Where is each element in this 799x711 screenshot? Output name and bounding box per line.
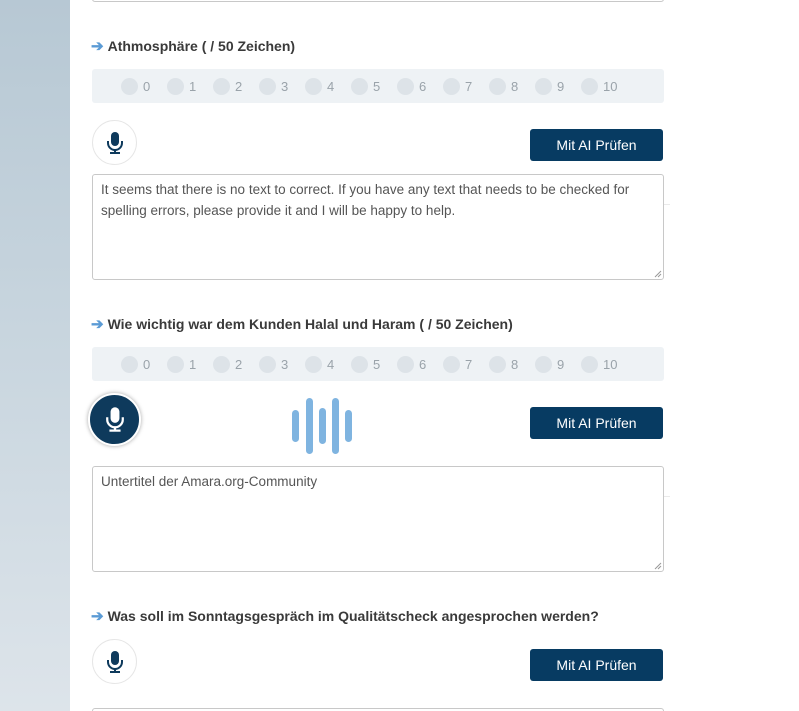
rating-option-10[interactable]: 10 — [581, 77, 627, 95]
rating-option-2[interactable]: 2 — [213, 77, 259, 95]
arrow-right-icon: ➔ — [91, 608, 104, 625]
radio-button[interactable] — [397, 77, 414, 95]
rating-label: 0 — [143, 78, 151, 94]
radio-button[interactable] — [305, 77, 322, 95]
radio-button[interactable] — [259, 355, 276, 373]
rating-label: 6 — [419, 78, 427, 94]
rating-option-5[interactable]: 5 — [351, 355, 397, 373]
check-with-ai-button[interactable]: Mit AI Prüfen — [530, 129, 663, 161]
answer-textarea[interactable]: It seems that there is no text to correc… — [92, 174, 664, 280]
rating-option-1[interactable]: 1 — [167, 355, 213, 373]
arrow-right-icon: ➔ — [91, 38, 104, 55]
resize-grip-icon[interactable] — [654, 270, 662, 278]
radio-button[interactable] — [489, 77, 506, 95]
rating-label: 3 — [281, 356, 289, 372]
rating-option-0[interactable]: 0 — [121, 355, 167, 373]
rating-option-3[interactable]: 3 — [259, 355, 305, 373]
rating-label: 2 — [235, 356, 243, 372]
rating-label: 10 — [603, 78, 618, 94]
rating-option-8[interactable]: 8 — [489, 355, 535, 373]
rating-label: 1 — [189, 78, 197, 94]
radio-button[interactable] — [213, 355, 230, 373]
microphone-button[interactable] — [92, 639, 137, 684]
rating-option-6[interactable]: 6 — [397, 77, 443, 95]
radio-button[interactable] — [259, 77, 276, 95]
rating-label: 9 — [557, 356, 565, 372]
rating-option-8[interactable]: 8 — [489, 77, 535, 95]
rating-label: 3 — [281, 78, 289, 94]
rating-label: 2 — [235, 78, 243, 94]
rating-option-2[interactable]: 2 — [213, 355, 259, 373]
rating-option-6[interactable]: 6 — [397, 355, 443, 373]
rating-scale: 0 1 2 3 4 5 6 7 8 9 10 — [92, 347, 664, 381]
radio-button[interactable] — [489, 355, 506, 373]
rating-option-0[interactable]: 0 — [121, 77, 167, 95]
rating-label: 5 — [373, 356, 381, 372]
question-halal-haram: ➔ Wie wichtig war dem Kunden Halal und H… — [91, 315, 513, 333]
radio-button[interactable] — [167, 355, 184, 373]
question-title: Was soll im Sonntagsgespräch im Qualität… — [107, 608, 599, 624]
rating-option-4[interactable]: 4 — [305, 355, 351, 373]
divider — [664, 496, 670, 497]
rating-option-10[interactable]: 10 — [581, 355, 627, 373]
rating-label: 10 — [603, 356, 618, 372]
rating-label: 7 — [465, 356, 473, 372]
rating-option-3[interactable]: 3 — [259, 77, 305, 95]
rating-label: 5 — [373, 78, 381, 94]
radio-button[interactable] — [397, 355, 414, 373]
radio-button[interactable] — [213, 77, 230, 95]
microphone-icon — [105, 407, 124, 432]
radio-button[interactable] — [581, 77, 598, 95]
textarea-value: Untertitel der Amara.org-Community — [101, 474, 318, 489]
check-with-ai-button[interactable]: Mit AI Prüfen — [530, 649, 663, 681]
rating-option-9[interactable]: 9 — [535, 77, 581, 95]
radio-button[interactable] — [121, 355, 138, 373]
rating-label: 0 — [143, 356, 151, 372]
radio-button[interactable] — [581, 355, 598, 373]
microphone-icon — [106, 131, 123, 154]
radio-button[interactable] — [535, 355, 552, 373]
microphone-icon — [106, 650, 123, 673]
question-athmosphaere: ➔ Athmosphäre ( / 50 Zeichen) — [91, 37, 295, 55]
radio-button[interactable] — [351, 77, 368, 95]
previous-textarea-edge[interactable] — [92, 0, 664, 2]
form-content: ➔ Athmosphäre ( / 50 Zeichen) 0 1 2 3 4 5 6 7 8 9… — [70, 0, 799, 711]
answer-textarea[interactable]: Untertitel der Amara.org-Community — [92, 466, 664, 572]
rating-label: 9 — [557, 78, 565, 94]
resize-grip-icon[interactable] — [654, 562, 662, 570]
rating-option-1[interactable]: 1 — [167, 77, 213, 95]
radio-button[interactable] — [351, 355, 368, 373]
rating-option-7[interactable]: 7 — [443, 355, 489, 373]
radio-button[interactable] — [443, 355, 460, 373]
textarea-value: It seems that there is no text to correc… — [101, 182, 630, 218]
microphone-button-recording[interactable] — [88, 393, 141, 446]
rating-option-5[interactable]: 5 — [351, 77, 397, 95]
rating-label: 7 — [465, 78, 473, 94]
rating-option-4[interactable]: 4 — [305, 77, 351, 95]
audio-wave-icon — [292, 396, 354, 454]
microphone-button[interactable] — [92, 120, 137, 165]
rating-label: 4 — [327, 78, 335, 94]
rating-label: 8 — [511, 78, 519, 94]
check-with-ai-button[interactable]: Mit AI Prüfen — [530, 407, 663, 439]
left-background-panel — [0, 0, 70, 711]
rating-label: 4 — [327, 356, 335, 372]
question-title: Wie wichtig war dem Kunden Halal und Har… — [107, 316, 513, 332]
divider — [664, 204, 670, 205]
question-sonntagsgespraech: ➔ Was soll im Sonntagsgespräch im Qualit… — [91, 607, 599, 625]
rating-option-9[interactable]: 9 — [535, 355, 581, 373]
radio-button[interactable] — [443, 77, 460, 95]
radio-button[interactable] — [305, 355, 322, 373]
rating-scale: 0 1 2 3 4 5 6 7 8 9 10 — [92, 69, 664, 103]
radio-button[interactable] — [535, 77, 552, 95]
radio-button[interactable] — [121, 77, 138, 95]
rating-label: 6 — [419, 356, 427, 372]
rating-option-7[interactable]: 7 — [443, 77, 489, 95]
radio-button[interactable] — [167, 77, 184, 95]
rating-label: 1 — [189, 356, 197, 372]
rating-label: 8 — [511, 356, 519, 372]
arrow-right-icon: ➔ — [91, 316, 104, 333]
question-title: Athmosphäre ( / 50 Zeichen) — [107, 38, 296, 54]
